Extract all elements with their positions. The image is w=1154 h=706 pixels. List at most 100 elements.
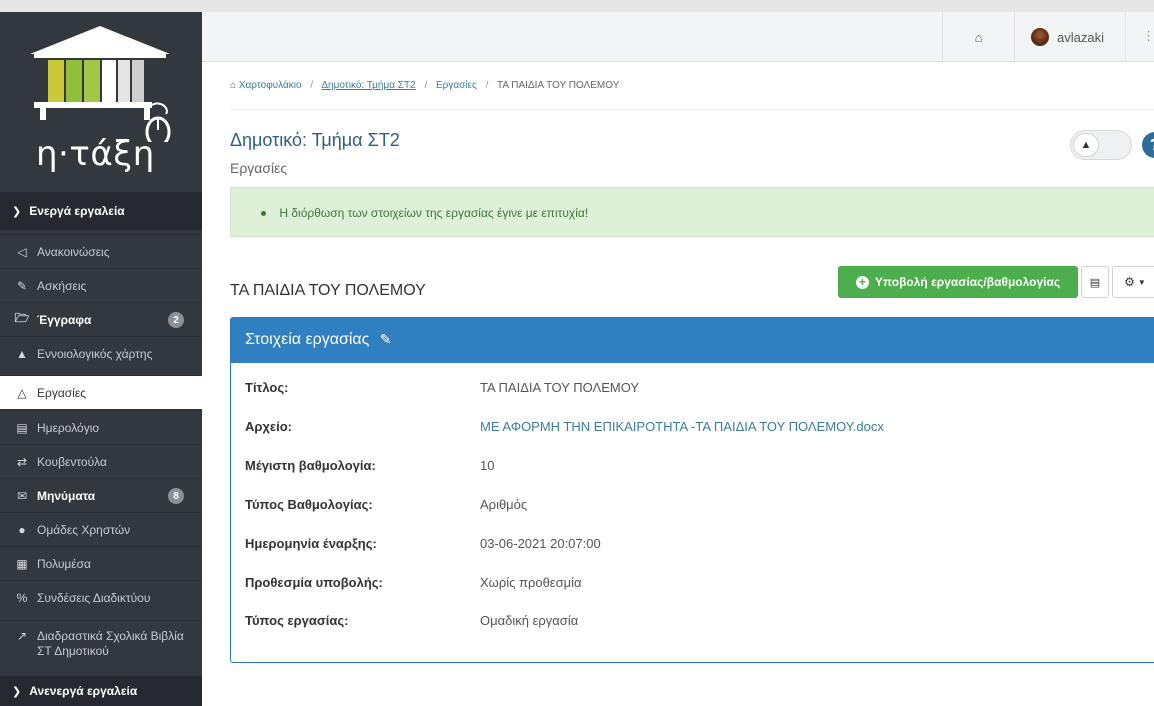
submit-grade-label: Υποβολή εργασίας/βαθμολογίας <box>874 275 1061 289</box>
documents-count-badge: 2 <box>168 312 184 328</box>
detail-value: 03-06-2021 20:07:00 <box>480 536 601 551</box>
sidebar-item-interactive-books[interactable]: ↗ Διαδραστικά Σχολικά Βιβλία ΣΤ Δημοτικο… <box>0 620 202 664</box>
users-icon: ● <box>18 522 26 537</box>
graduation-cap-icon: ▲ <box>1073 133 1099 157</box>
sitemap-icon: ▲ <box>16 346 28 361</box>
detail-row: Μέγιστη βαθμολογία: 10 <box>245 458 1125 478</box>
top-header: ⌂ avlazaki ⋮ <box>202 12 1154 62</box>
detail-label: Μέγιστη βαθμολογία: <box>245 458 376 473</box>
detail-label: Ημερομηνία έναρξης: <box>245 536 377 551</box>
logo-graphic-icon <box>30 26 171 142</box>
breadcrumb-item[interactable]: Χαρτοφυλάκιο <box>239 80 302 91</box>
assignment-details-panel: Στοιχεία εργασίας ✎ Τίτλος: ΤΑ ΠΑΙΔΙΑ ΤΟ… <box>230 317 1154 663</box>
breadcrumb-item[interactable]: Δημοτικό: Τμήμα ΣΤ2 <box>321 80 415 91</box>
active-tools-label: Ενεργά εργαλεία <box>29 204 125 218</box>
more-menu-icon[interactable]: ⋮ <box>1142 28 1154 44</box>
submit-grade-button[interactable]: + Υποβολή εργασίας/βαθμολογίας <box>838 266 1078 298</box>
sidebar-item-multimedia[interactable]: ▦ Πολυμέσα <box>0 546 202 580</box>
detail-row: Ημερομηνία έναρξης: 03-06-2021 20:07:00 <box>245 536 1125 556</box>
sidebar-item-documents[interactable]: 🗁 Έγγραφα 2 <box>0 302 202 336</box>
sidebar-item-label: Μηνύματα <box>37 488 96 503</box>
username: avlazaki <box>1057 29 1104 45</box>
sidebar: η·τάξη ❯ Ενεργά εργαλεία ◁ Ανακοινώσεις … <box>0 12 202 706</box>
sidebar-item-assignments[interactable]: △ Εργασίες <box>0 375 202 409</box>
external-link-icon: ↗ <box>16 629 28 643</box>
detail-label: Προθεσμία υποβολής: <box>245 575 383 590</box>
file-link[interactable]: ΜΕ ΑΦΟΡΜΗ ΤΗΝ ΕΠΙΚΑΙΡΟΤΗΤΑ -ΤΑ ΠΑΙΔΙΑ ΤΟ… <box>480 419 884 434</box>
panel-title: Στοιχεία εργασίας <box>245 331 370 348</box>
gears-icon: ⚙ <box>1124 275 1135 289</box>
folder-icon: 🗁 <box>14 311 30 325</box>
exchange-icon: ⇄ <box>16 454 28 469</box>
detail-row: Τίτλος: ΤΑ ΠΑΙΔΙΑ ΤΟΥ ΠΟΛΕΜΟΥ <box>245 380 1125 400</box>
sidebar-item-exercises[interactable]: ✎ Ασκήσεις <box>0 268 202 302</box>
help-icon[interactable]: ? <box>1142 132 1154 158</box>
chevron-down-icon: ❯ <box>12 205 22 218</box>
breadcrumb-separator: / <box>485 80 489 91</box>
calendar-icon: ▤ <box>16 420 28 435</box>
detail-value: Χωρίς προθεσμία <box>480 575 582 590</box>
sidebar-item-user-groups[interactable]: ● Ομάδες Χρηστών <box>0 512 202 546</box>
assignment-title: ΤΑ ΠΑΙΔΙΑ ΤΟΥ ΠΟΛΕΜΟΥ <box>230 282 426 299</box>
detail-value: Αριθμός <box>480 497 528 512</box>
page-subtitle: Εργασίες <box>230 160 288 176</box>
user-menu[interactable]: avlazaki <box>1014 12 1126 62</box>
home-icon: ⌂ <box>974 29 983 45</box>
sidebar-item-calendar[interactable]: ▤ Ημερολόγιο <box>0 410 202 444</box>
sidebar-item-label: Πολυμέσα <box>37 556 91 571</box>
sidebar-item-label: Ανακοινώσεις <box>37 244 110 259</box>
window-top-strip <box>0 0 1154 12</box>
student-view-toggle[interactable]: ▲ <box>1070 130 1132 160</box>
home-button[interactable]: ⌂ <box>942 12 1014 62</box>
breadcrumb-separator: / <box>424 80 428 91</box>
page-title: Δημοτικό: Τμήμα ΣΤ2 <box>230 130 400 150</box>
active-tools-section[interactable]: ❯ Ενεργά εργαλεία <box>0 192 202 230</box>
detail-label: Αρχείο: <box>245 419 292 434</box>
settings-dropdown-button[interactable]: ⚙ ▼ <box>1112 266 1154 298</box>
portfolio-home-icon: ⌂ <box>230 80 237 91</box>
sidebar-item-label: Συνδέσεις Διαδικτύου <box>37 590 151 605</box>
sidebar-item-messages[interactable]: ✉ Μηνύματα 8 <box>0 478 202 512</box>
caret-down-icon: ▼ <box>1137 277 1146 287</box>
logo-text: η·τάξη <box>36 134 155 174</box>
envelope-icon: ✉ <box>16 488 28 503</box>
link-icon: % <box>16 590 28 605</box>
sidebar-item-label: Εννοιολογικός χάρτης <box>37 346 153 361</box>
inactive-tools-section[interactable]: ❯ Ανενεργά εργαλεία <box>0 676 202 706</box>
sidebar-item-label: Έγγραφα <box>37 312 92 327</box>
sidebar-item-links[interactable]: % Συνδέσεις Διαδικτύου <box>0 580 202 614</box>
file-icon: ▤ <box>1089 276 1101 289</box>
alert-message: Η διόρθωση των στοιχείων της εργασίας έγ… <box>279 206 589 220</box>
detail-value: ΤΑ ΠΑΙΔΙΑ ΤΟΥ ΠΟΛΕΜΟΥ <box>480 380 640 395</box>
edit-icon: ✎ <box>16 278 28 293</box>
inactive-tools-label: Ανενεργά εργαλεία <box>29 684 138 698</box>
sidebar-item-label: Εργασίες <box>37 385 86 400</box>
flask-icon: △ <box>17 385 27 400</box>
detail-row: Τύπος εργασίας: Ομαδική εργασία <box>245 613 1125 633</box>
chevron-right-icon: ❯ <box>12 685 22 698</box>
detail-value: Ομαδική εργασία <box>480 613 579 628</box>
sidebar-item-label: Ομάδες Χρηστών <box>37 522 131 537</box>
breadcrumb-item[interactable]: Εργασίες <box>436 80 477 91</box>
sidebar-item-label: Ημερολόγιο <box>37 420 100 435</box>
film-icon: ▦ <box>16 556 28 571</box>
sidebar-item-label: Ασκήσεις <box>37 278 87 293</box>
detail-row: Αρχείο: ΜΕ ΑΦΟΡΜΗ ΤΗΝ ΕΠΙΚΑΙΡΟΤΗΤΑ -ΤΑ Π… <box>245 419 1125 439</box>
breadcrumb: ⌂ Χαρτοφυλάκιο / Δημοτικό: Τμήμα ΣΤ2 / Ε… <box>230 80 1154 110</box>
bullet-icon <box>261 211 266 217</box>
detail-label: Τύπος εργασίας: <box>245 613 349 628</box>
bullhorn-icon: ◁ <box>17 244 27 259</box>
plus-circle-icon: + <box>855 275 869 289</box>
sidebar-item-announcements[interactable]: ◁ Ανακοινώσεις <box>0 234 202 268</box>
avatar <box>1031 28 1049 46</box>
sidebar-item-chat[interactable]: ⇄ Κουβεντούλα <box>0 444 202 478</box>
app-logo[interactable]: η·τάξη <box>0 12 202 192</box>
detail-label: Τίτλος: <box>245 380 289 395</box>
breadcrumb-current: ΤΑ ΠΑΙΔΙΑ ΤΟΥ ΠΟΛΕΜΟΥ <box>496 80 620 91</box>
panel-header: Στοιχεία εργασίας ✎ <box>231 318 1154 363</box>
success-alert: Η διόρθωση των στοιχείων της εργασίας έγ… <box>230 187 1154 237</box>
edit-icon[interactable]: ✎ <box>380 331 392 347</box>
breadcrumb-separator: / <box>310 80 314 91</box>
sidebar-item-concept-map[interactable]: ▲ Εννοιολογικός χάρτης <box>0 336 202 370</box>
document-button[interactable]: ▤ <box>1081 266 1109 298</box>
